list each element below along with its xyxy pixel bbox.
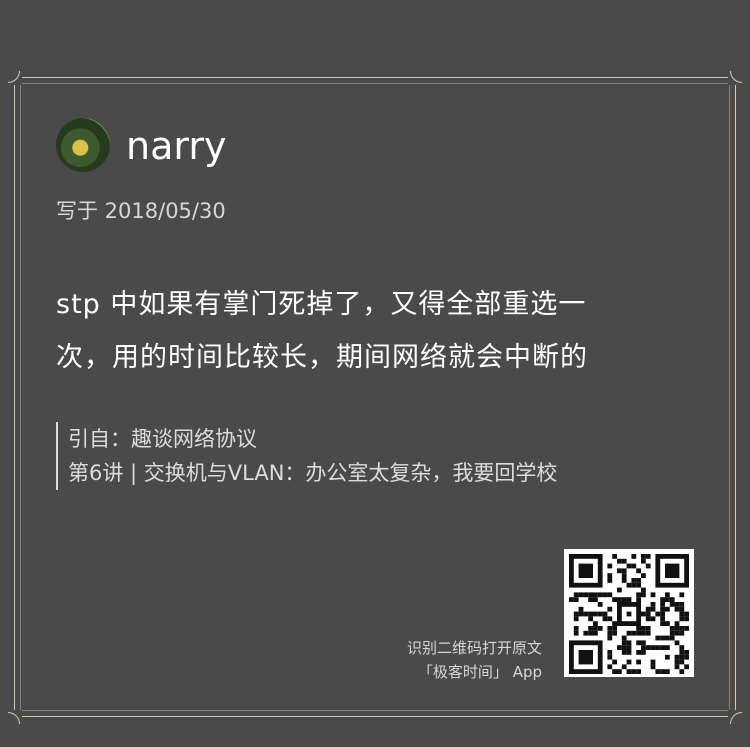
qr-code-icon: [564, 549, 694, 677]
quote-block: 引自：趣谈网络协议 第6讲 | 交换机与VLAN：办公室太复杂，我要回学校: [56, 422, 708, 490]
qr-caption-line1: 识别二维码打开原文: [406, 639, 542, 657]
frame-corner-bottom-right: [728, 710, 742, 724]
note-line-1: stp 中如果有掌门死掉了，又得全部重选一: [56, 289, 587, 320]
qr-code-graphic: [569, 554, 689, 674]
quote-lesson: 第6讲 | 交换机与VLAN：办公室太复杂，我要回学校: [68, 461, 558, 485]
qr-caption-line2: 「极客时间」 App: [417, 663, 542, 681]
frame-corner-top-left: [8, 71, 22, 85]
frame-corner-top-right: [728, 71, 742, 85]
user-avatar-icon: [56, 118, 110, 172]
qr-caption: 识别二维码打开原文 「极客时间」 App: [407, 636, 542, 684]
note-line-2: 次，用的时间比较长，期间网络就会中断的: [56, 342, 588, 373]
username: narry: [126, 124, 227, 168]
note-content: stp 中如果有掌门死掉了，又得全部重选一 次，用的时间比较长，期间网络就会中断…: [56, 278, 696, 384]
frame-corner-bottom-left: [8, 710, 22, 724]
written-date: 写于 2018/05/30: [56, 199, 226, 223]
quote-source: 引自：趣谈网络协议: [68, 427, 257, 451]
